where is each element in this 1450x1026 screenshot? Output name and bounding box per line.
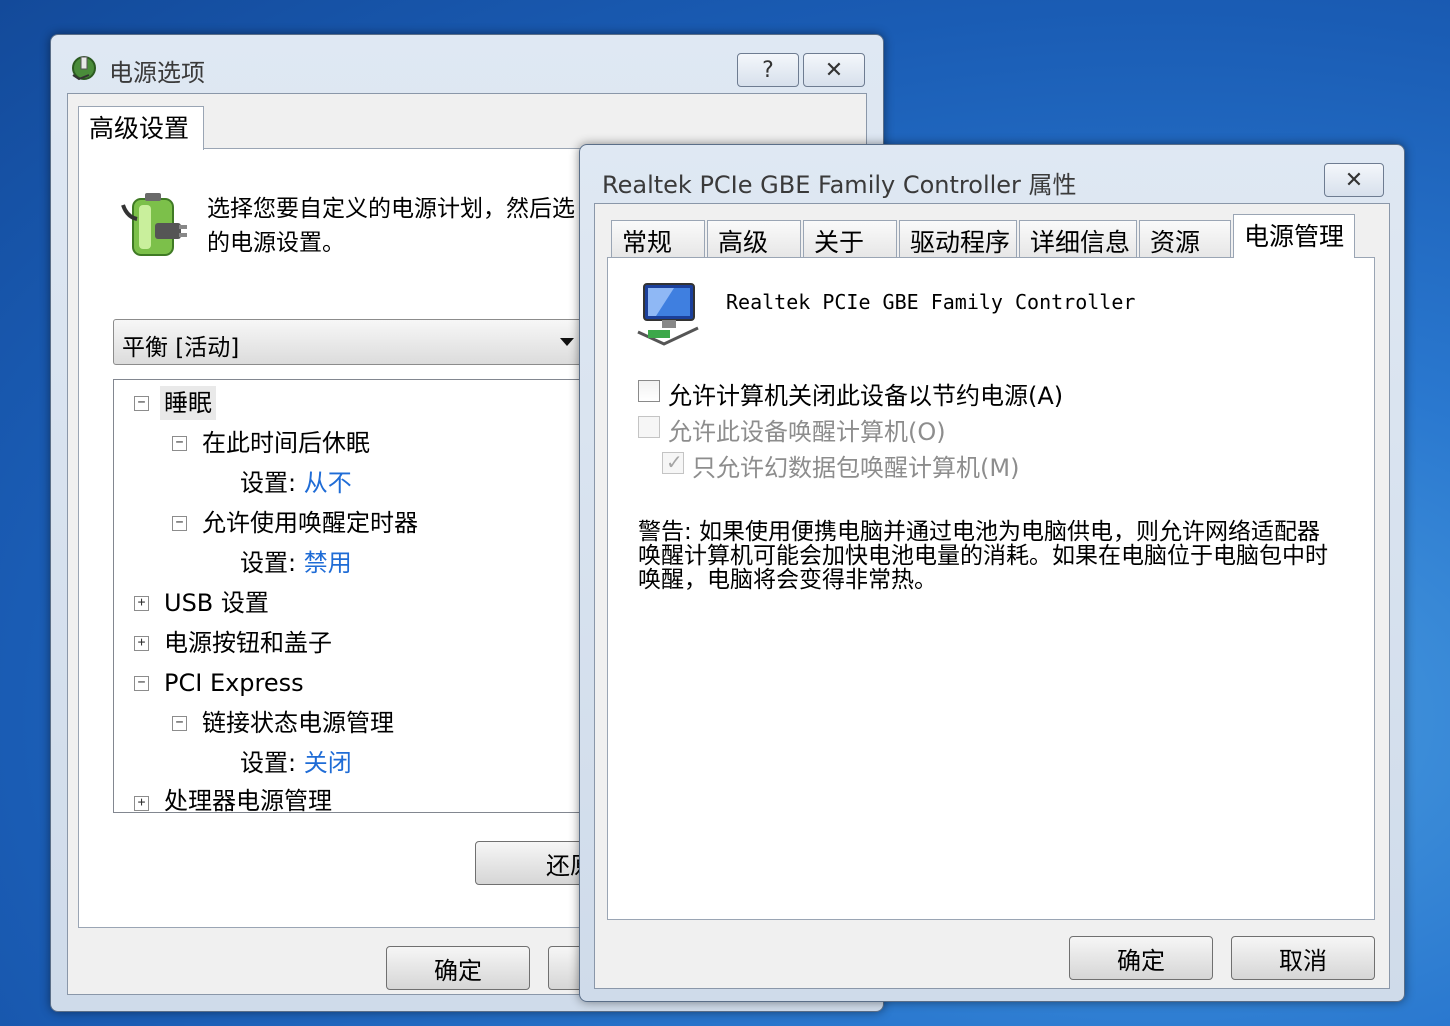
power-plan-dropdown[interactable]: 平衡 [活动] <box>113 319 583 365</box>
nic-ok-button[interactable]: 确定 <box>1069 936 1213 980</box>
tree-setting-hibernate[interactable]: 设置: 从不 <box>240 466 352 500</box>
tree-item-wake-timers[interactable]: 允许使用唤醒定时器 <box>202 506 418 540</box>
nic-close-button[interactable]: ✕ <box>1324 163 1384 197</box>
help-button[interactable]: ? <box>737 53 799 87</box>
collapse-icon[interactable]: − <box>134 396 149 411</box>
tree-item-pci-express[interactable]: PCI Express <box>164 666 304 700</box>
magic-packet-label: 只允许幻数据包唤醒计算机(M) <box>692 454 1020 482</box>
nic-properties-title: Realtek PCIe GBE Family Controller 属性 <box>602 171 1077 199</box>
link-state-value-link[interactable]: 关闭 <box>304 749 352 777</box>
allow-power-off-checkbox[interactable] <box>638 380 660 402</box>
magic-packet-checkbox[interactable]: ✓ <box>662 450 684 474</box>
allow-power-off-label[interactable]: 允许计算机关闭此设备以节约电源(A) <box>668 376 1063 411</box>
hibernate-value-link[interactable]: 从不 <box>304 469 352 497</box>
tab-advanced[interactable]: 高级 <box>707 220 801 258</box>
tab-power-management[interactable]: 电源管理 <box>1233 214 1355 258</box>
expand-icon[interactable]: + <box>134 596 149 611</box>
power-options-titlebar[interactable]: 电源选项 ? ✕ <box>51 35 883 91</box>
nic-properties-titlebar[interactable]: Realtek PCIe GBE Family Controller 属性 ✕ <box>580 145 1404 201</box>
nic-cancel-button[interactable]: 取消 <box>1231 936 1375 980</box>
device-name: Realtek PCIe GBE Family Controller <box>726 290 1136 314</box>
tree-item-processor[interactable]: 处理器电源管理 <box>164 784 332 812</box>
tree-setting-wake-timers[interactable]: 设置: 禁用 <box>240 546 352 580</box>
nic-properties-window: Realtek PCIe GBE Family Controller 属性 ✕ … <box>579 144 1405 1002</box>
network-adapter-icon <box>634 280 704 348</box>
battery-warning: 警告: 如果使用便携电脑并通过电池为电脑供电，则允许网络适配器唤醒计算机可能会加… <box>638 519 1328 593</box>
setting-label: 设置: <box>240 549 297 577</box>
collapse-icon[interactable]: − <box>172 516 187 531</box>
tree-item-usb[interactable]: USB 设置 <box>164 586 269 620</box>
collapse-icon[interactable]: − <box>172 436 187 451</box>
expand-icon[interactable]: + <box>134 796 149 811</box>
collapse-icon[interactable]: − <box>134 676 149 691</box>
tree-setting-link-state[interactable]: 设置: 关闭 <box>240 746 352 780</box>
check-icon: ✓ <box>666 450 683 474</box>
chevron-down-icon <box>560 338 574 346</box>
settings-tree[interactable]: − 睡眠 − 在此时间后休眠 设置: 从不 − 允许使用唤醒定时器 设置: 禁用… <box>113 379 595 813</box>
description-line-2: 的电源设置。 <box>207 230 345 256</box>
expand-icon[interactable]: + <box>134 636 149 651</box>
tab-general[interactable]: 常规 <box>611 220 705 258</box>
close-icon: ✕ <box>824 57 844 83</box>
tab-advanced-settings[interactable]: 高级设置 <box>78 106 204 150</box>
tab-resources[interactable]: 资源 <box>1139 220 1231 258</box>
power-plan-value: 平衡 [活动] <box>122 335 240 361</box>
power-options-app-icon <box>69 53 99 83</box>
collapse-icon[interactable]: − <box>172 716 187 731</box>
tree-item-hibernate-after[interactable]: 在此时间后休眠 <box>202 426 370 460</box>
tab-details[interactable]: 详细信息 <box>1019 220 1137 258</box>
tree-item-sleep[interactable]: 睡眠 <box>160 386 216 420</box>
wake-timers-value-link[interactable]: 禁用 <box>304 549 352 577</box>
tab-about[interactable]: 关于 <box>803 220 897 258</box>
allow-wake-label: 允许此设备唤醒计算机(O) <box>668 418 946 446</box>
allow-wake-checkbox[interactable] <box>638 416 660 438</box>
power-close-button[interactable]: ✕ <box>803 53 865 87</box>
tree-item-link-state[interactable]: 链接状态电源管理 <box>202 706 394 740</box>
tab-driver[interactable]: 驱动程序 <box>899 220 1017 258</box>
setting-label: 设置: <box>240 469 297 497</box>
close-icon: ✕ <box>1344 167 1364 193</box>
power-management-panel: Realtek PCIe GBE Family Controller 允许计算机… <box>607 257 1375 920</box>
power-options-title: 电源选项 <box>109 59 205 87</box>
help-icon: ? <box>762 57 774 83</box>
setting-label: 设置: <box>240 749 297 777</box>
power-ok-button[interactable]: 确定 <box>386 946 530 990</box>
nic-properties-client: 常规 高级 关于 驱动程序 详细信息 资源 电源管理 Realtek PCIe … <box>594 203 1390 989</box>
battery-plug-icon <box>121 189 191 261</box>
description-line-1: 选择您要自定义的电源计划，然后选 <box>207 196 575 222</box>
tree-item-power-buttons[interactable]: 电源按钮和盖子 <box>164 626 332 660</box>
